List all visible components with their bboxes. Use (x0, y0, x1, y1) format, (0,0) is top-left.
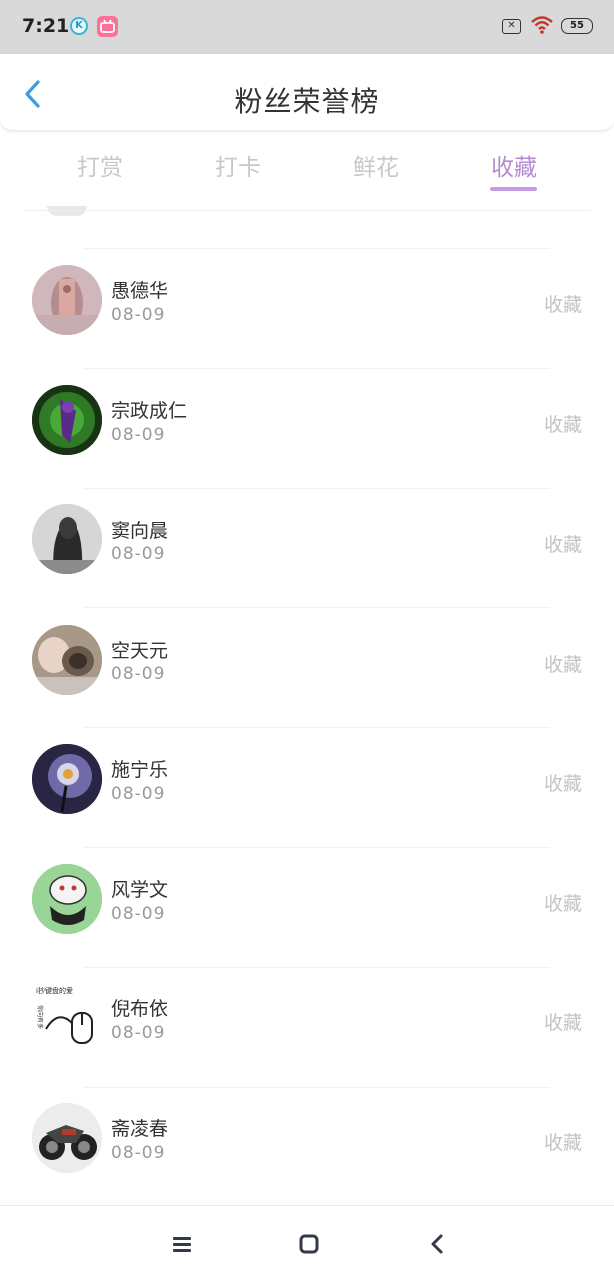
fan-name: 风学文 (111, 879, 169, 901)
fan-list: 愚德华 08-09 收藏 宗政成仁 08-09 收藏 窦向晨 08-09 收藏 … (0, 212, 614, 1202)
favorite-button[interactable]: 收藏 (544, 290, 582, 317)
home-button[interactable] (297, 1232, 321, 1256)
avatar (32, 864, 102, 934)
avatar (32, 265, 102, 335)
avatar (32, 625, 102, 695)
menu-icon (173, 1237, 191, 1252)
list-item[interactable]: 斋凌春 08-09 收藏 (0, 1088, 614, 1202)
favorite-button[interactable]: 收藏 (544, 530, 582, 557)
list-item[interactable]: 宗政成仁 08-09 收藏 (0, 369, 614, 488)
list-item[interactable]: 愚德华 08-09 收藏 (0, 249, 614, 368)
tab-bar: 打赏 打卡 鲜花 收藏 (0, 130, 614, 210)
fan-date: 08-09 (111, 1143, 166, 1163)
favorite-button[interactable]: 收藏 (544, 650, 582, 677)
battery-icon: 55 (561, 18, 593, 34)
favorite-button[interactable]: 收藏 (544, 769, 582, 796)
header: 粉丝荣誉榜 (0, 54, 614, 131)
fan-date: 08-09 (111, 305, 166, 325)
list-item[interactable]: i抄键盘的爱 你向有多 倪布依 08-09 收藏 (0, 968, 614, 1087)
tab-flowers[interactable]: 鲜花 (326, 148, 426, 182)
menu-button[interactable] (170, 1232, 194, 1256)
avatar (32, 385, 102, 455)
fan-name: 斋凌春 (111, 1118, 169, 1140)
fan-date: 08-09 (111, 904, 166, 924)
list-item[interactable]: 空天元 08-09 收藏 (0, 608, 614, 727)
avatar (32, 504, 102, 574)
list-item[interactable]: 窦向晨 08-09 收藏 (0, 489, 614, 608)
fan-date: 08-09 (111, 664, 166, 684)
tab-reward[interactable]: 打赏 (50, 148, 150, 182)
status-time: 7:21 (22, 15, 70, 37)
tab-favorites[interactable]: 收藏 (464, 148, 564, 182)
notification-x-icon: ✕ (502, 19, 521, 34)
fan-date: 08-09 (111, 1023, 166, 1043)
avatar: i抄键盘的爱 你向有多 (32, 983, 102, 1053)
active-tab-indicator (490, 187, 537, 191)
avatar (32, 744, 102, 814)
wifi-icon (530, 15, 554, 39)
fan-date: 08-09 (111, 784, 166, 804)
list-item[interactable]: 风学文 08-09 收藏 (0, 848, 614, 967)
fan-name: 窦向晨 (111, 520, 169, 542)
home-square-icon (299, 1234, 319, 1254)
avatar-caption: i抄键盘的爱 (36, 986, 73, 995)
fan-name: 空天元 (111, 640, 169, 662)
fan-name: 宗政成仁 (111, 400, 188, 422)
status-bar: 7:21 K ✕ 55 (0, 0, 614, 54)
tv-app-icon (97, 16, 118, 37)
fan-date: 08-09 (111, 425, 166, 445)
favorite-button[interactable]: 收藏 (544, 410, 582, 437)
divider (24, 210, 590, 211)
tab-checkin[interactable]: 打卡 (188, 148, 288, 182)
k-app-icon: K (70, 17, 88, 35)
fan-name: 倪布依 (111, 998, 169, 1020)
fan-name: 愚德华 (111, 280, 169, 302)
page-title: 粉丝荣誉榜 (234, 85, 380, 118)
avatar (32, 1103, 102, 1173)
list-item[interactable]: 施宁乐 08-09 收藏 (0, 728, 614, 847)
fan-date: 08-09 (111, 544, 166, 564)
system-back-button[interactable] (426, 1232, 450, 1256)
favorite-button[interactable]: 收藏 (544, 889, 582, 916)
avatar-side-text: 你向有多 (36, 1005, 44, 1029)
favorite-button[interactable]: 收藏 (544, 1008, 582, 1035)
back-arrow-icon (431, 1234, 443, 1254)
fan-name: 施宁乐 (111, 759, 169, 781)
system-nav-bar (0, 1205, 614, 1281)
favorite-button[interactable]: 收藏 (544, 1128, 582, 1155)
